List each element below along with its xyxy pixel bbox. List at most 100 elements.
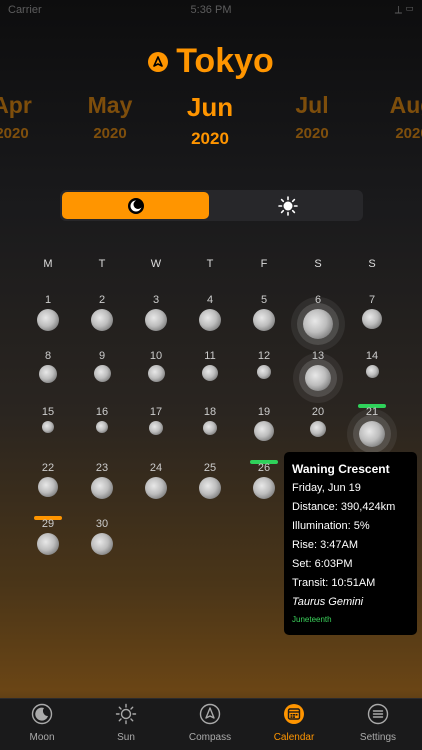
month-selector[interactable]: Apr 2020 May 2020 Jun 2020 Jul 2020 Aug … xyxy=(0,92,422,162)
calendar-day[interactable]: 19 xyxy=(237,402,291,464)
moon-sun-toggle[interactable] xyxy=(60,190,363,221)
day-number: 6 xyxy=(314,294,322,306)
day-number: 20 xyxy=(311,406,325,418)
day-number: 25 xyxy=(203,462,217,474)
year-label: 2020 xyxy=(395,125,422,142)
calendar-day[interactable]: 21 xyxy=(345,402,399,464)
calendar-day[interactable]: 17 xyxy=(129,402,183,458)
moon-phase-icon xyxy=(199,477,221,499)
day-number: 10 xyxy=(149,350,163,362)
moon-icon xyxy=(31,703,53,725)
month-may[interactable]: May 2020 xyxy=(70,92,150,142)
sun-icon xyxy=(115,703,137,725)
month-label: Apr xyxy=(0,92,32,118)
day-number: 24 xyxy=(149,462,163,474)
tab-bar: Moon Sun Compass Calendar Settings xyxy=(0,698,422,750)
day-number: 23 xyxy=(95,462,109,474)
moon-phase-icon xyxy=(147,365,165,382)
moon-phase-icon xyxy=(37,533,59,555)
moon-detail-popover: Waning Crescent Friday, Jun 19 Distance:… xyxy=(284,452,417,635)
sun-segment[interactable] xyxy=(214,192,361,219)
weekday-label: T xyxy=(98,258,106,270)
year-label: 2020 xyxy=(191,129,229,148)
calendar-day[interactable]: 3 xyxy=(129,290,183,346)
calendar-day[interactable]: 2 xyxy=(75,290,129,346)
day-number: 21 xyxy=(365,406,379,418)
calendar-day[interactable]: 12 xyxy=(237,346,291,402)
month-jun-current[interactable]: Jun 2020 xyxy=(170,92,250,149)
tab-label: Compass xyxy=(188,732,232,743)
month-apr[interactable]: Apr 2020 xyxy=(0,92,52,142)
tab-sun[interactable]: Sun xyxy=(84,703,168,743)
year-label: 2020 xyxy=(0,125,29,142)
moon-phase-icon xyxy=(257,365,271,379)
moon-phase-icon xyxy=(202,365,218,381)
calendar-day[interactable]: 11 xyxy=(183,346,237,402)
tab-label: Sun xyxy=(117,732,135,743)
calendar-day[interactable]: 7 xyxy=(345,290,399,346)
calendar-day[interactable]: 22 xyxy=(21,458,75,520)
day-number: 18 xyxy=(203,406,217,418)
calendar-icon xyxy=(284,704,304,724)
year-label: 2020 xyxy=(93,125,127,142)
moon-phase-icon xyxy=(203,421,217,435)
calendar-day[interactable]: 25 xyxy=(183,458,237,514)
weekday-label: S xyxy=(368,258,376,270)
status-bar: Carrier 5:36 PM ⟂ ▭ xyxy=(0,0,422,22)
tab-settings[interactable]: Settings xyxy=(336,703,420,743)
moon-phase-icon xyxy=(38,477,58,497)
tab-compass[interactable]: Compass xyxy=(168,703,252,743)
calendar-day[interactable]: 18 xyxy=(183,402,237,458)
moon-phase-icon xyxy=(149,421,163,435)
day-number: 30 xyxy=(95,518,109,530)
moon-phase-icon xyxy=(253,477,275,499)
calendar-day[interactable]: 29 xyxy=(21,514,75,570)
year-label: 2020 xyxy=(295,125,329,142)
day-number: 19 xyxy=(257,406,271,418)
compass-icon xyxy=(199,703,221,725)
moon-phase-icon xyxy=(93,365,111,382)
calendar-day[interactable]: 14 xyxy=(345,346,399,408)
calendar-day[interactable]: 15 xyxy=(21,402,75,458)
popup-distance: Distance: 390,424km xyxy=(292,501,396,513)
day-number: 26 xyxy=(257,462,271,474)
calendar-day[interactable]: 20 xyxy=(291,402,345,458)
calendar-day[interactable]: 8 xyxy=(21,346,75,402)
popup-set: Set: 6:03PM xyxy=(292,558,353,570)
moon-phase-icon xyxy=(254,421,274,441)
month-jul[interactable]: Jul 2020 xyxy=(272,92,352,142)
popup-transit: Transit: 10:51AM xyxy=(292,577,376,589)
tab-moon[interactable]: Moon xyxy=(0,703,84,743)
moon-segment[interactable] xyxy=(62,192,209,219)
moon-phase-icon xyxy=(145,309,167,331)
calendar-day[interactable]: 10 xyxy=(129,346,183,402)
weekday-label: S xyxy=(314,258,322,270)
day-number: 7 xyxy=(368,294,376,306)
location-header[interactable]: Tokyo xyxy=(0,42,422,86)
day-number: 15 xyxy=(41,406,55,418)
calendar-day[interactable]: 26 xyxy=(237,458,291,514)
day-number: 8 xyxy=(44,350,52,362)
month-label: May xyxy=(87,92,133,118)
calendar-day[interactable]: 30 xyxy=(75,514,129,570)
moon-phase-icon xyxy=(96,421,108,433)
calendar-day[interactable]: 4 xyxy=(183,290,237,346)
calendar-day[interactable]: 1 xyxy=(21,290,75,346)
tab-calendar[interactable]: Calendar xyxy=(252,703,336,743)
month-aug[interactable]: Aug 2020 xyxy=(372,92,422,142)
tab-label: Moon xyxy=(29,732,55,743)
popup-illumination: Illumination: 5% xyxy=(292,520,370,532)
moon-phase-icon xyxy=(359,421,385,447)
month-label: Jun xyxy=(186,92,234,122)
calendar-day[interactable]: 16 xyxy=(75,402,129,458)
calendar-day[interactable]: 23 xyxy=(75,458,129,514)
moon-phase-icon xyxy=(305,365,331,391)
calendar-day[interactable]: 24 xyxy=(129,458,183,514)
calendar-day[interactable]: 6 xyxy=(291,290,345,346)
day-number: 5 xyxy=(260,294,268,306)
day-number: 11 xyxy=(204,350,216,362)
day-number: 3 xyxy=(152,294,160,306)
calendar-day[interactable]: 5 xyxy=(237,290,291,346)
calendar-day[interactable]: 9 xyxy=(75,346,129,402)
calendar-day[interactable]: 13 xyxy=(291,346,345,402)
